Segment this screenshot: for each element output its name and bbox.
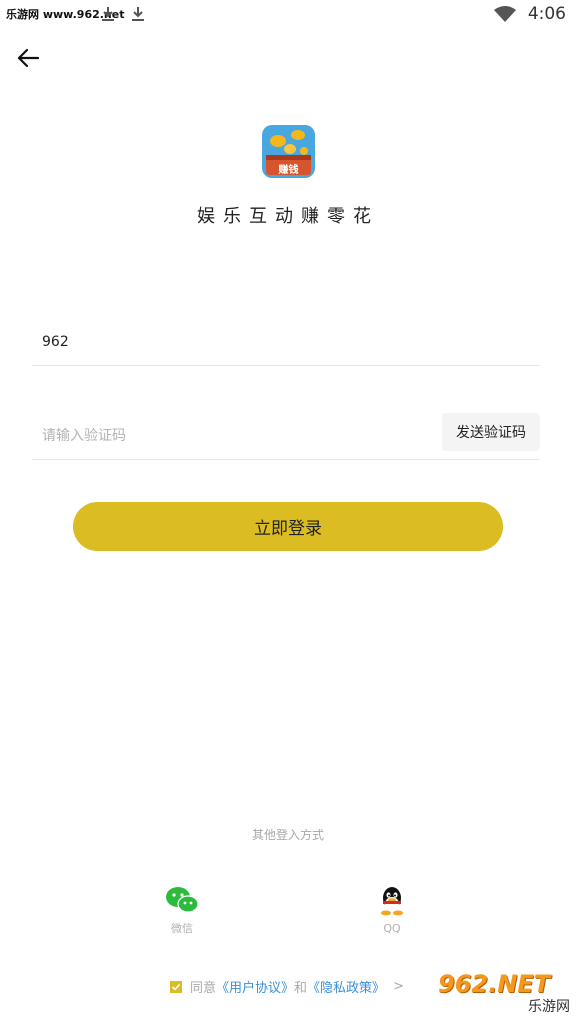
wechat-label: 微信 xyxy=(171,922,193,935)
agreement-and: 和 xyxy=(294,981,308,996)
user-agreement-link[interactable]: 《用户协议》 xyxy=(216,977,294,996)
check-icon xyxy=(171,983,181,991)
logo-label: 赚钱 xyxy=(278,165,299,176)
watermark-caption: 乐游网 xyxy=(528,999,570,1015)
phone-input[interactable] xyxy=(32,318,540,366)
download-icon xyxy=(102,7,114,21)
wechat-icon xyxy=(166,887,199,913)
watermark-brand: 962.NET xyxy=(438,970,551,998)
status-time: 4:06 xyxy=(527,4,566,24)
status-bar: 乐游网 www.962.net 4:06 xyxy=(0,0,576,30)
agreement-row: 同意 《用户协议》 和 《隐私政策》 > xyxy=(170,977,404,996)
qq-label: QQ xyxy=(383,922,401,935)
app-title: 娱乐互动赚零花 xyxy=(197,206,379,227)
privacy-policy-link[interactable]: 《隐私政策》 xyxy=(307,977,385,996)
login-button[interactable]: 立即登录 xyxy=(73,502,503,551)
agreement-checkbox[interactable] xyxy=(170,980,182,993)
other-login-title: 其他登入方式 xyxy=(251,828,324,842)
send-code-button[interactable]: 发送验证码 xyxy=(442,413,540,451)
qq-icon xyxy=(381,887,403,916)
agreement-chevron-icon[interactable]: > xyxy=(393,979,404,994)
back-arrow-icon[interactable] xyxy=(14,44,42,72)
wifi-icon xyxy=(493,6,516,22)
wechat-login-button[interactable]: 微信 xyxy=(152,886,212,936)
download-icon xyxy=(132,7,144,21)
app-logo: 赚钱 xyxy=(262,125,315,178)
agreement-prefix: 同意 xyxy=(190,981,217,996)
qq-login-button[interactable]: QQ xyxy=(362,886,422,935)
watermark-logo: 962.NET 乐游网 xyxy=(438,970,570,1018)
